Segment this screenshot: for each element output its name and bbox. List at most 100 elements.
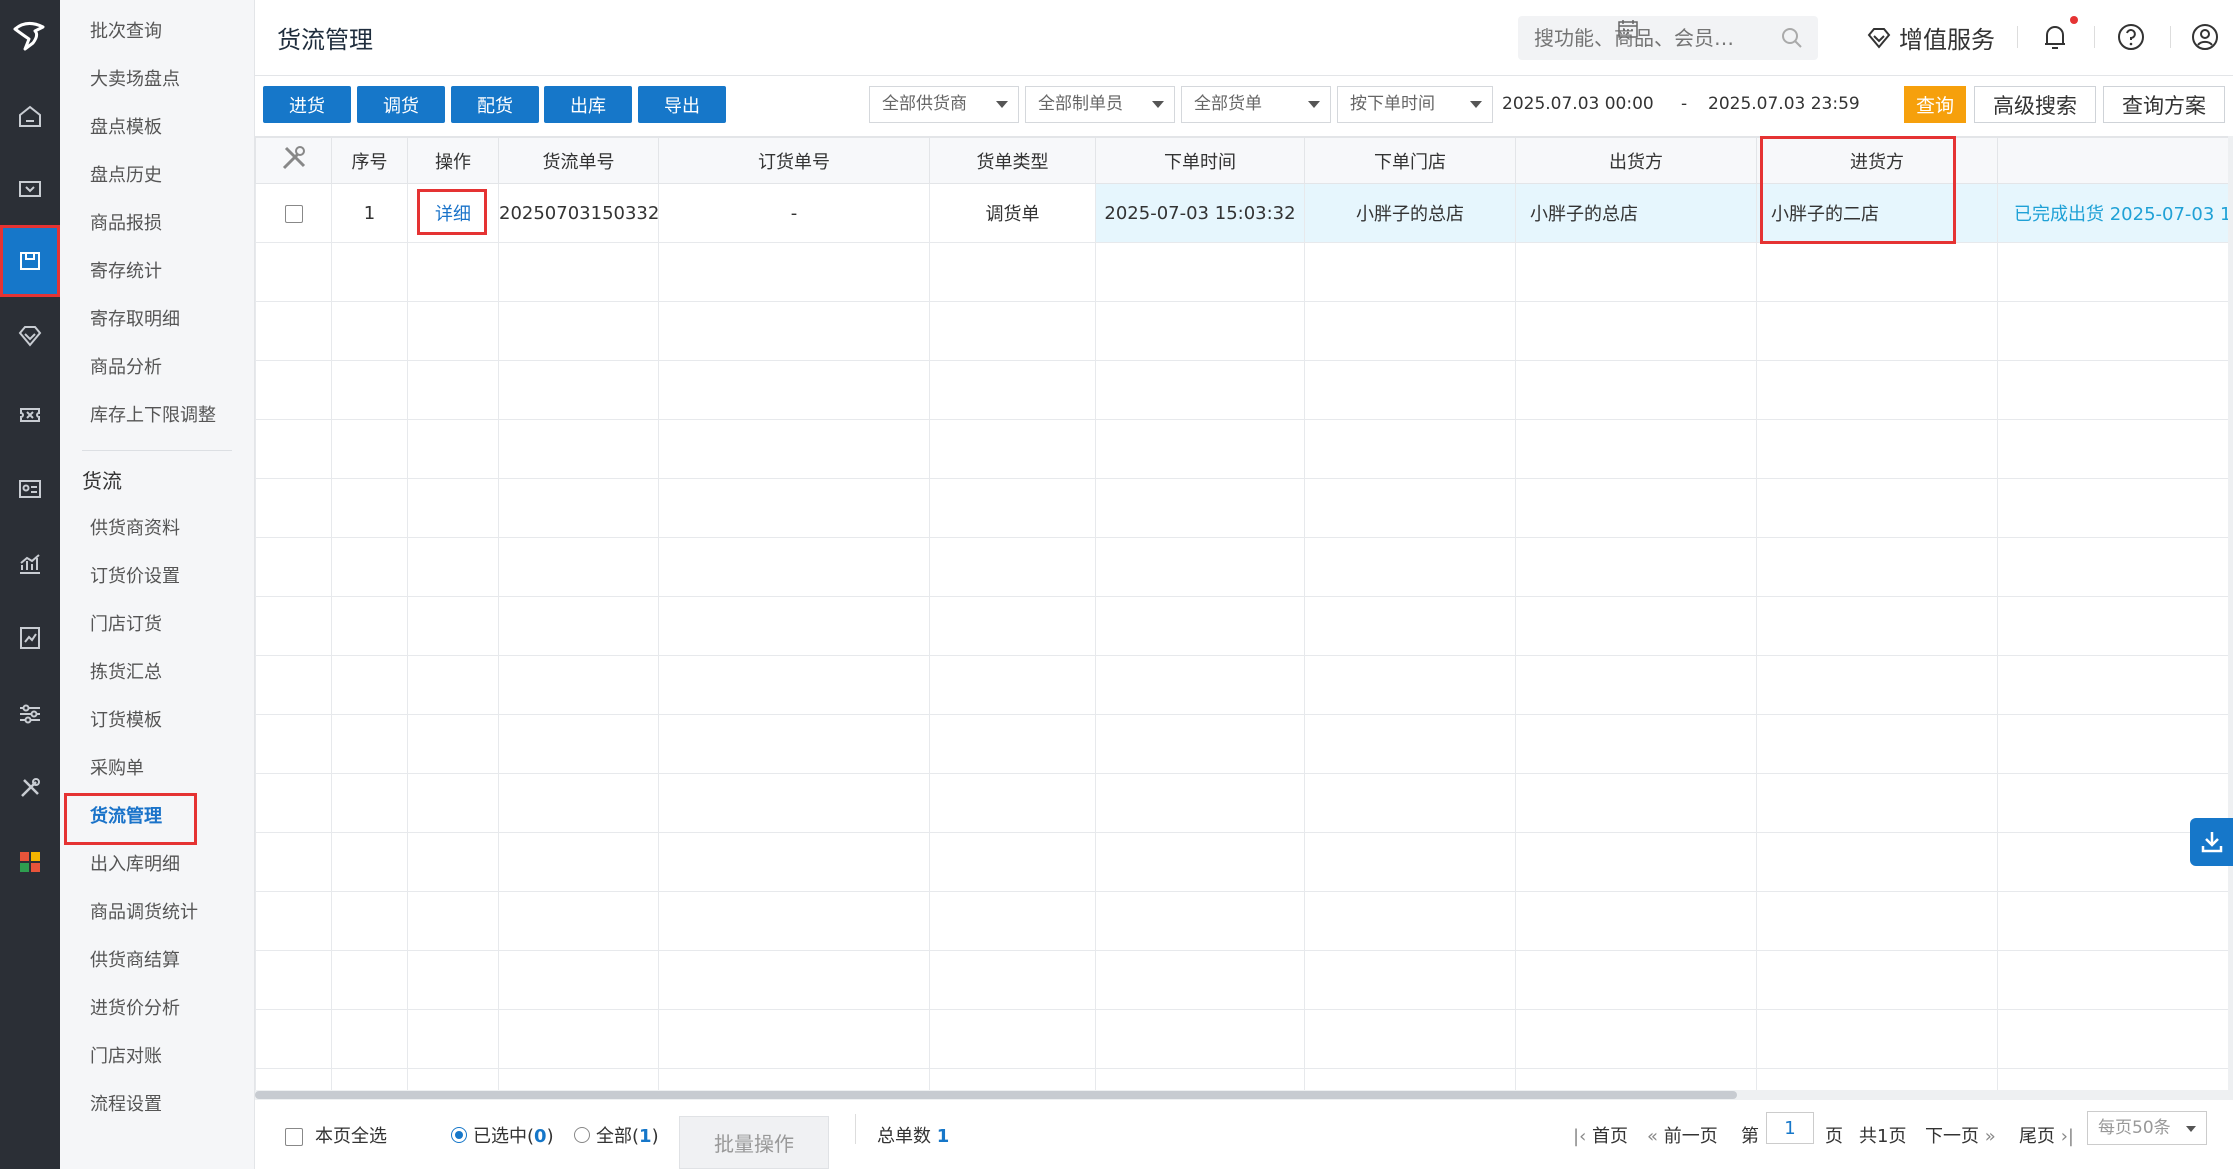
apps-icon[interactable] [0, 826, 60, 898]
total-count: 1 [936, 1126, 950, 1147]
all-close: ) [651, 1126, 659, 1147]
page-number-input[interactable] [1766, 1112, 1814, 1144]
selected-radio[interactable] [451, 1127, 467, 1143]
empty-row [255, 360, 2233, 420]
menu-item[interactable]: 批次查询 [90, 14, 162, 50]
next-page-label: 下一页 [1925, 1126, 1979, 1147]
menu-item[interactable]: 拣货汇总 [90, 655, 162, 691]
export-button[interactable]: 导出 [638, 86, 726, 123]
advanced-search-button[interactable]: 高级搜索 [1974, 86, 2096, 123]
menu-item[interactable]: 门店订货 [90, 607, 162, 643]
empty-row [255, 773, 2233, 833]
menu-item[interactable]: 订货模板 [90, 703, 162, 739]
column-settings[interactable] [255, 137, 332, 184]
chevron-down-icon [2186, 1126, 2196, 1132]
settings-sliders-icon[interactable] [0, 678, 60, 750]
menu-item[interactable]: 库存上下限调整 [90, 398, 216, 434]
vertical-scrollbar[interactable] [2228, 136, 2233, 1091]
page-size-select[interactable]: 每页50条 [2087, 1111, 2207, 1145]
column-header: 订货单号 [658, 137, 930, 184]
supplier-select[interactable]: 全部供货商 [869, 86, 1019, 123]
menu-item[interactable]: 进货价分析 [90, 991, 180, 1027]
column-header: 序号 [331, 137, 408, 184]
distribute-button[interactable]: 配货 [451, 86, 539, 123]
member-card-icon[interactable] [0, 452, 60, 524]
column-header: 操作 [407, 137, 499, 184]
notification-dot [2070, 16, 2078, 24]
empty-row [255, 714, 2233, 774]
menu-item[interactable]: 采购单 [90, 751, 144, 787]
selected-option[interactable]: 已选中(0) [451, 1122, 554, 1148]
home-icon[interactable] [0, 80, 60, 152]
menu-item[interactable]: 流程设置 [90, 1087, 162, 1123]
empty-row [255, 242, 2233, 302]
menu-divider [82, 450, 232, 451]
report-icon[interactable] [0, 602, 60, 674]
menu-item[interactable]: 盘点模板 [90, 110, 162, 146]
query-button[interactable]: 查询 [1904, 86, 1966, 123]
footer-separator [855, 1114, 856, 1144]
detail-link[interactable]: 详细 [435, 204, 471, 225]
diamond-icon [1867, 27, 1891, 49]
menu-item[interactable]: 供货商资料 [90, 511, 180, 547]
date-from[interactable]: 2025.07.03 00:00 [1502, 86, 1654, 123]
menu-item[interactable]: 订货价设置 [90, 559, 180, 595]
select-page-checkbox[interactable] [285, 1128, 303, 1146]
column-header: 状态 [1997, 137, 2233, 184]
row-action-cell[interactable]: 详细 [407, 183, 499, 243]
date-range[interactable]: 2025.07.03 00:00 - 2025.07.03 23:59 [1338, 86, 1860, 123]
menu-item[interactable]: 商品分析 [90, 350, 162, 386]
coupon-icon[interactable] [0, 378, 60, 450]
row-checkbox[interactable] [284, 204, 303, 223]
all-radio[interactable] [574, 1127, 590, 1143]
empty-row [255, 301, 2233, 361]
search-box[interactable] [1518, 16, 1818, 60]
tools-icon[interactable] [0, 752, 60, 824]
menu-item[interactable]: 供货商结算 [90, 943, 180, 979]
search-icon[interactable] [1780, 26, 1804, 50]
menu-item[interactable]: 大卖场盘点 [90, 62, 180, 98]
stock-in-button[interactable]: 进货 [263, 86, 351, 123]
transfer-button[interactable]: 调货 [357, 86, 445, 123]
stock-out-button[interactable]: 出库 [544, 86, 632, 123]
horizontal-scrollbar[interactable] [255, 1090, 2233, 1100]
logo-icon[interactable] [0, 0, 60, 72]
total-pages: 共1页 [1859, 1126, 1907, 1147]
user-icon[interactable] [2188, 20, 2222, 54]
select-page[interactable]: 本页全选 [285, 1122, 387, 1148]
menu-item[interactable]: 商品报损 [90, 206, 162, 242]
next-page-button[interactable]: 下一页 » [1925, 1122, 1996, 1148]
menu-item[interactable]: 门店对账 [90, 1039, 162, 1075]
scrollbar-thumb[interactable] [255, 1091, 1737, 1099]
batch-operation-button[interactable]: 批量操作 [679, 1116, 829, 1169]
column-header: 货单类型 [929, 137, 1096, 184]
order-status: 已完成出货 2025-07-03 15:03 [1997, 183, 2233, 243]
analytics-icon[interactable] [0, 528, 60, 600]
gem-icon[interactable] [0, 300, 60, 372]
date-to[interactable]: 2025.07.03 23:59 [1708, 86, 1860, 123]
menu-item[interactable]: 寄存统计 [90, 254, 162, 290]
date-separator: - [1681, 94, 1688, 114]
column-header: 货流单号 [498, 137, 659, 184]
bell-icon[interactable] [2038, 20, 2072, 54]
row-checkbox-cell[interactable] [255, 183, 332, 243]
order-type-select[interactable]: 全部货单 [1181, 86, 1331, 123]
query-plan-button[interactable]: 查询方案 [2103, 86, 2225, 123]
wallet-icon[interactable] [0, 152, 60, 224]
creator-select[interactable]: 全部制单员 [1025, 86, 1175, 123]
wrench-screwdriver-icon[interactable] [279, 143, 309, 173]
menu-item[interactable]: 出入库明细 [90, 847, 180, 883]
prev-page-button[interactable]: « 前一页 [1647, 1122, 1718, 1148]
menu-item[interactable]: 盘点历史 [90, 158, 162, 194]
value-added-services[interactable]: 增值服务 [1865, 20, 1995, 55]
download-button[interactable] [2190, 818, 2233, 866]
menu-item[interactable]: 商品调货统计 [90, 895, 198, 931]
last-page-button[interactable]: 尾页 ›| [2019, 1122, 2074, 1148]
help-icon[interactable] [2114, 20, 2148, 54]
first-page-button[interactable]: |‹ 首页 [1573, 1122, 1628, 1148]
all-option[interactable]: 全部(1) [574, 1122, 659, 1148]
calendar-icon[interactable] [1617, 18, 1639, 40]
menu-item[interactable]: 寄存取明细 [90, 302, 180, 338]
inventory-icon[interactable] [0, 225, 60, 297]
table-row[interactable]: 1 详细 20250703150332 - 调货单 2025-07-03 15:… [255, 183, 2233, 243]
